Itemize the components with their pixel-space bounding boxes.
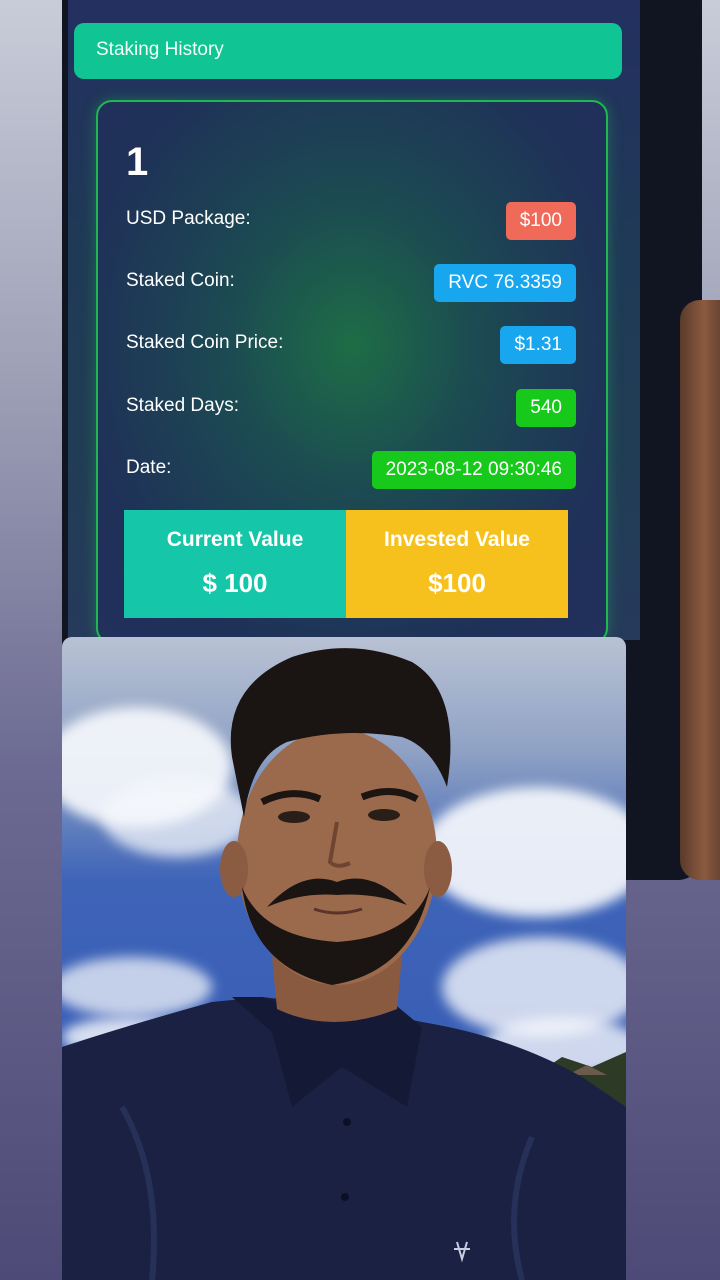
staked-coin-badge: RVC 76.3359 (434, 264, 576, 302)
person-silhouette (62, 648, 626, 1280)
usd-package-badge: $100 (505, 202, 576, 240)
current-value-title: Current Value (166, 528, 304, 551)
staked-days-badge: 540 (516, 389, 576, 427)
finger-holding-phone (680, 300, 720, 880)
staked-coin-price-label: Staked Coin Price: (126, 332, 284, 353)
staking-history-header[interactable]: Staking History (74, 23, 622, 79)
invested-value-amount: $100 (428, 568, 486, 598)
date-badge: 2023-08-12 09:30:46 (371, 451, 576, 489)
header-title: Staking History (96, 39, 224, 60)
invested-value-title: Invested Value (384, 528, 530, 551)
current-value-amount: $ 100 (202, 568, 268, 598)
usd-package-label: USD Package: (126, 208, 251, 229)
card-index: 1 (126, 140, 149, 184)
phone-screen: Staking History 1 USD Package: $100 Stak… (68, 0, 640, 640)
date-label: Date: (126, 457, 172, 478)
staked-coin-price-badge: $1.31 (500, 326, 576, 364)
invested-value-box: Invested Value $100 (346, 510, 568, 618)
staking-card: 1 USD Package: $100 Staked Coin: RVC 76.… (96, 100, 608, 640)
current-value-box: Current Value $ 100 (124, 510, 346, 618)
staked-coin-label: Staked Coin: (126, 270, 235, 291)
selfie-photo (62, 637, 626, 1280)
staked-days-label: Staked Days: (126, 395, 239, 416)
